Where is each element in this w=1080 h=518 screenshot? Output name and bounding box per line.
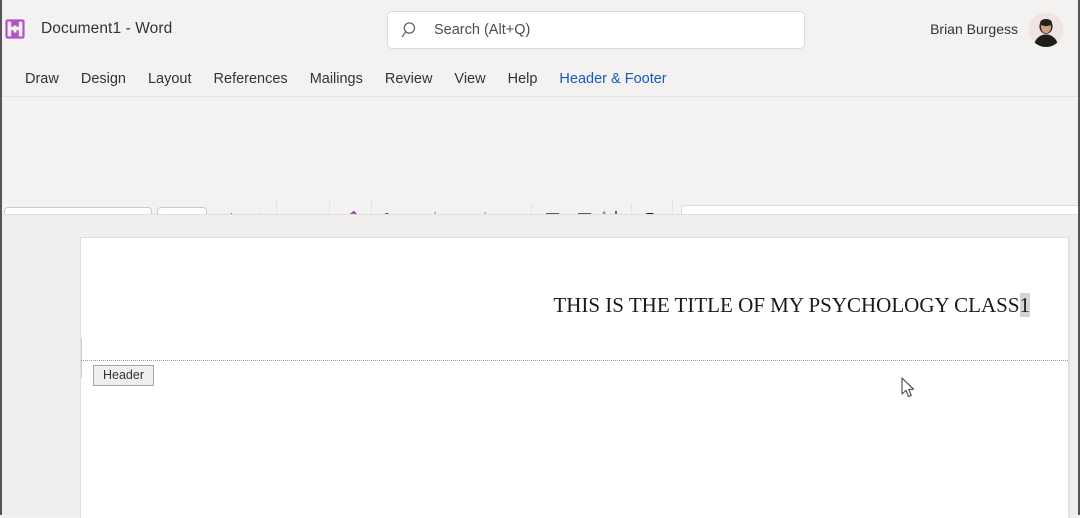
search-placeholder: Search (Alt+Q) (434, 22, 530, 38)
ribbon-tab-strip: Draw Design Layout References Mailings R… (0, 60, 1080, 97)
tab-help[interactable]: Help (497, 67, 549, 91)
header-title-line[interactable]: THIS IS THE TITLE OF MY PSYCHOLOGY CLASS… (553, 293, 1030, 318)
document-title: Document1 - Word (41, 20, 172, 38)
window-border-left (0, 0, 2, 515)
tab-references[interactable]: References (203, 67, 299, 91)
tab-draw[interactable]: Draw (14, 67, 70, 91)
ribbon: Times New Roman 12 A A (0, 97, 1080, 215)
header-area-tag: Header (93, 365, 154, 386)
search-box[interactable]: Search (Alt+Q) (387, 11, 805, 49)
tab-header-and-footer[interactable]: Header & Footer (548, 67, 677, 91)
avatar[interactable] (1029, 13, 1063, 47)
tab-review[interactable]: Review (374, 67, 444, 91)
tab-mailings[interactable]: Mailings (299, 67, 374, 91)
header-boundary-divider (81, 360, 1068, 361)
tab-view[interactable]: View (443, 67, 496, 91)
tab-design[interactable]: Design (70, 67, 137, 91)
search-icon (401, 20, 421, 40)
title-bar: Document1 - Word Search (Alt+Q) Brian Bu… (0, 0, 1080, 60)
document-canvas: THIS IS THE TITLE OF MY PSYCHOLOGY CLASS… (2, 215, 1078, 515)
header-title-text: THIS IS THE TITLE OF MY PSYCHOLOGY CLASS (553, 293, 1019, 317)
header-left-margin-mark (81, 338, 82, 378)
mouse-cursor-arrow (901, 377, 915, 397)
page-number-field[interactable]: 1 (1020, 293, 1031, 317)
document-page[interactable]: THIS IS THE TITLE OF MY PSYCHOLOGY CLASS… (81, 238, 1068, 518)
word-application-window: Document1 - Word Search (Alt+Q) Brian Bu… (0, 0, 1080, 515)
account-name[interactable]: Brian Burgess (930, 21, 1018, 37)
tab-layout[interactable]: Layout (137, 67, 203, 91)
floppy-save-icon[interactable] (5, 19, 25, 40)
